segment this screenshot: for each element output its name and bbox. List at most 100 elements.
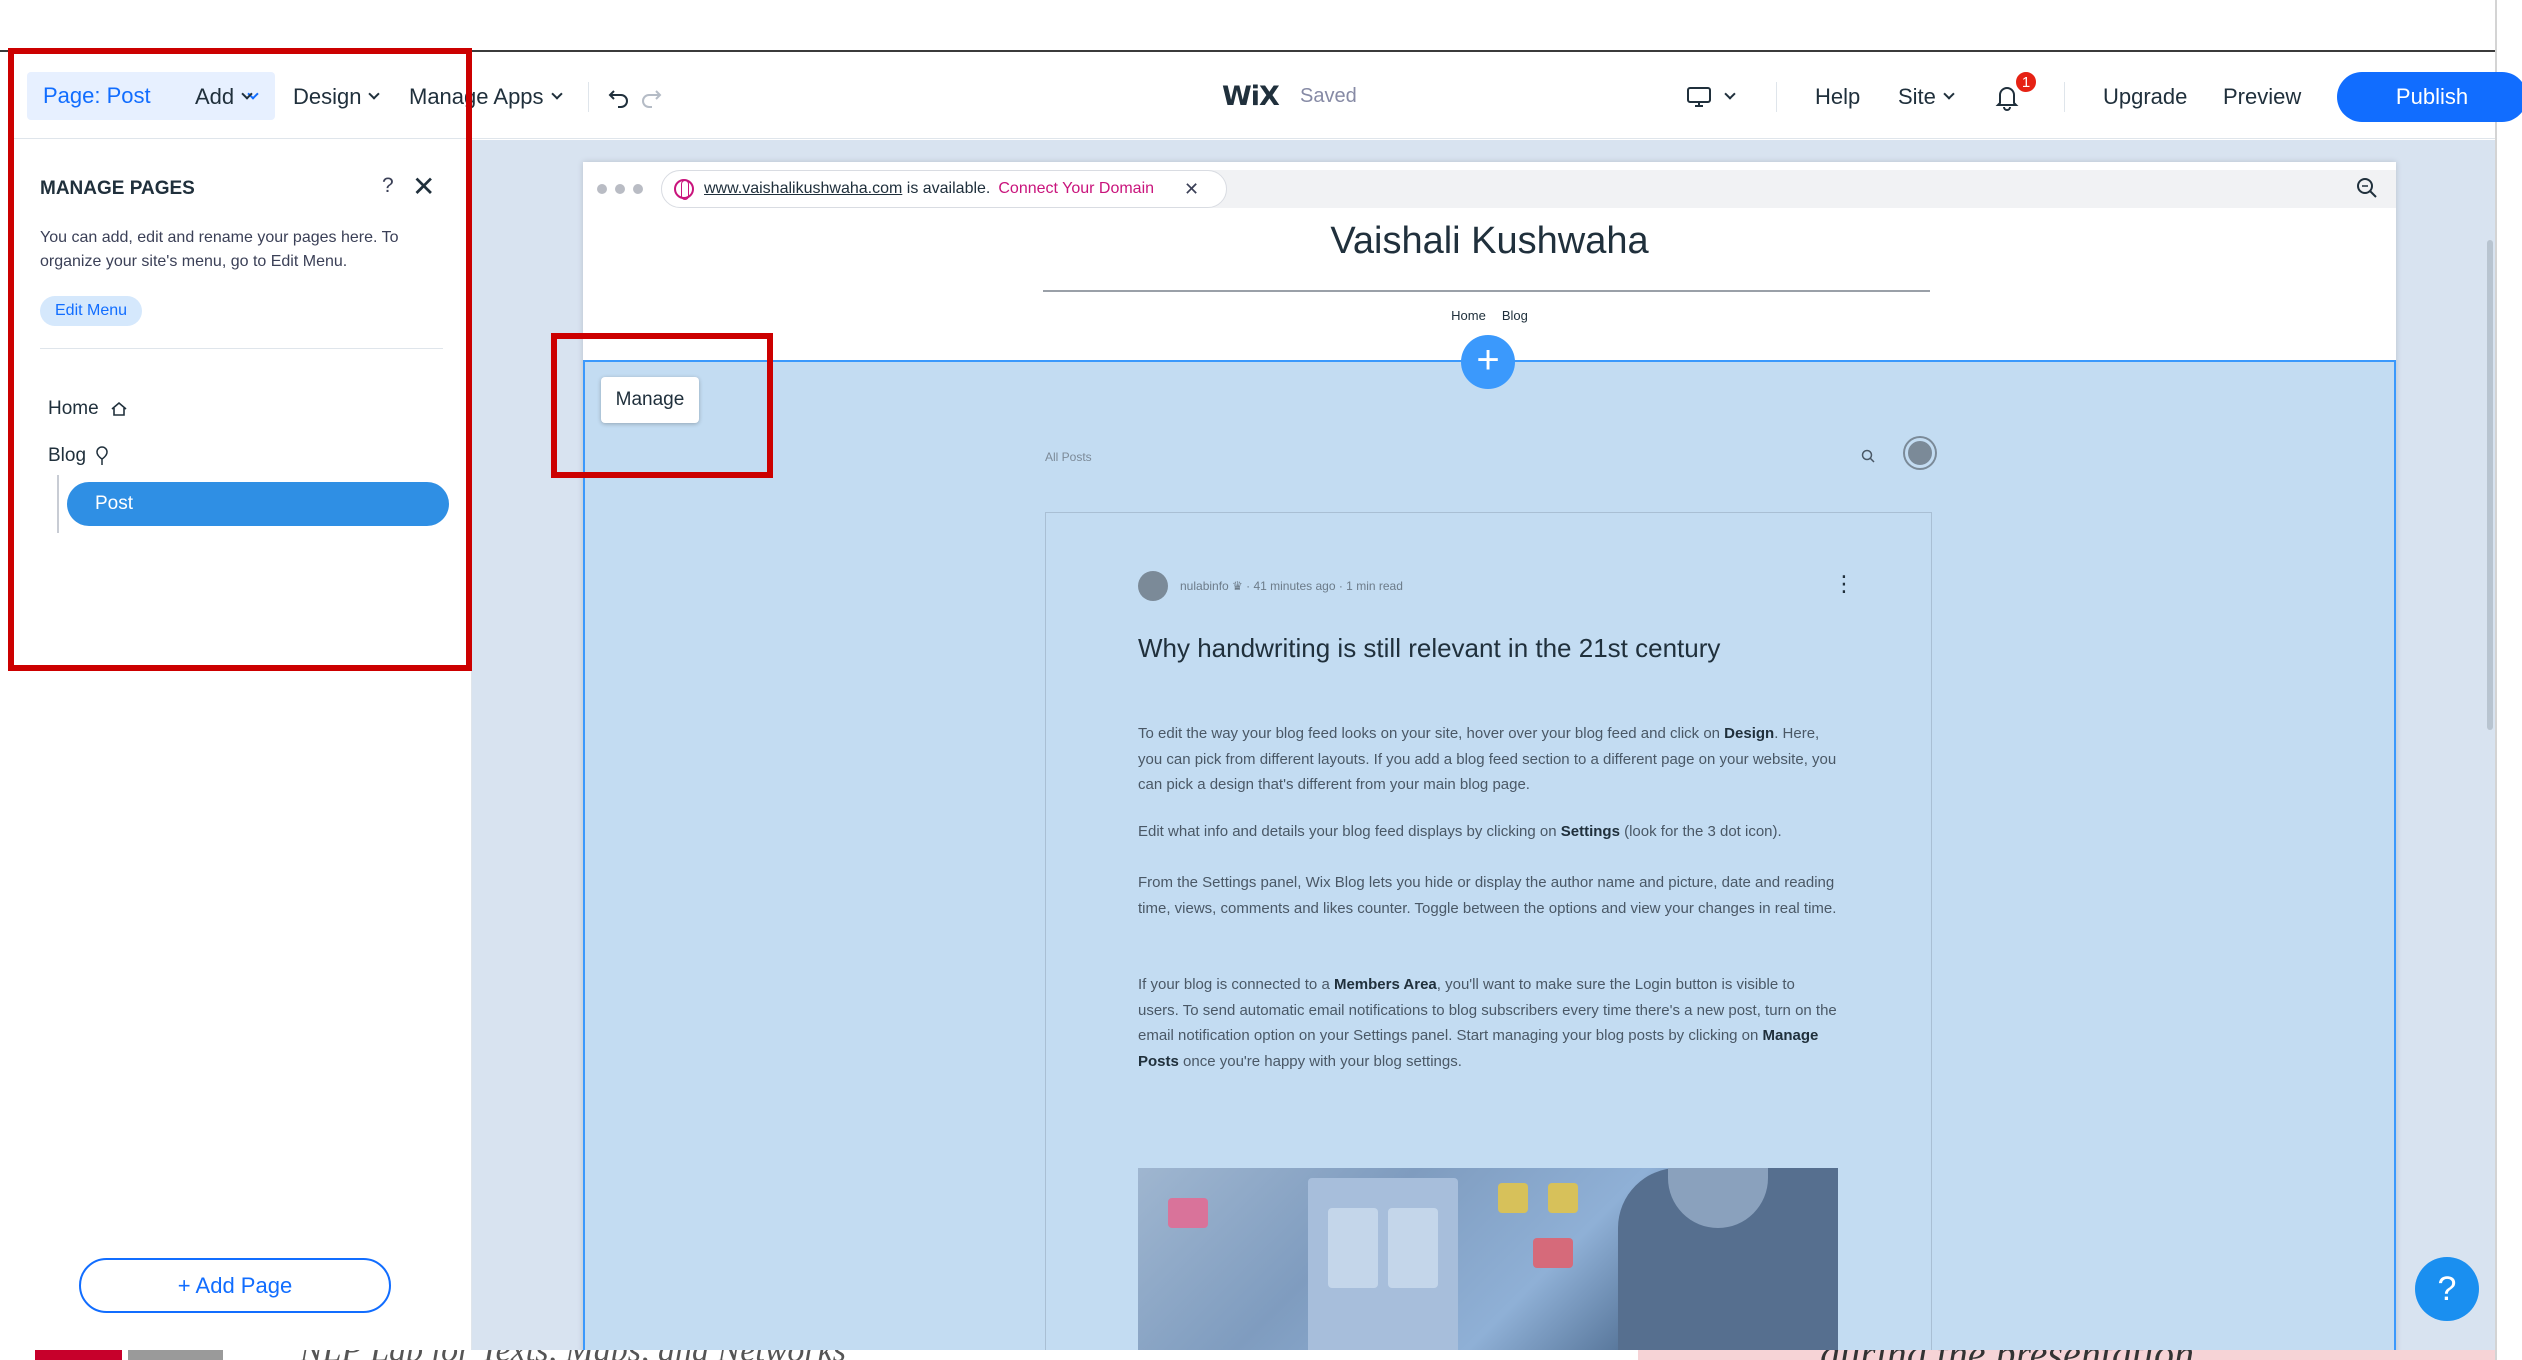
window-dot [597, 184, 607, 194]
image-shape [1533, 1238, 1573, 1268]
add-section-button[interactable]: + [1461, 335, 1515, 389]
save-status: Saved [1300, 85, 1357, 107]
window-top-strip [0, 0, 2495, 52]
search-icon[interactable] [1860, 448, 1876, 464]
chevron-down-icon [241, 88, 253, 100]
home-icon [111, 401, 127, 416]
bleed-block [128, 1350, 223, 1360]
divider [1776, 82, 1777, 112]
close-icon[interactable]: ✕ [412, 170, 435, 203]
divider [40, 348, 443, 349]
manage-pages-panel: MANAGE PAGES ? ✕ You can add, edit and r… [10, 140, 472, 1355]
screenshot-frame: Page: Post Add Design Manage Apps WiX Sa… [0, 0, 2522, 1360]
text-run: (look for the 3 dot icon). [1619, 823, 1782, 840]
post-paragraph: To edit the way your blog feed looks on … [1138, 721, 1838, 798]
page-item-home[interactable]: Home [48, 398, 129, 420]
site-menu-label: Site [1898, 83, 1936, 109]
question-icon[interactable]: ? [382, 174, 394, 198]
domain-available-text: is available. [902, 180, 991, 197]
more-options-icon[interactable]: ⋮ [1833, 571, 1855, 597]
bleed-text: during the presentation [1820, 1350, 2194, 1360]
page-item-post[interactable]: Post [67, 482, 449, 526]
browser-bar: www.vaishalikushwaha.com is available. C… [583, 162, 2396, 216]
page-selector-label: Page: Post [43, 83, 151, 108]
site-menu[interactable]: Site [1898, 54, 1955, 139]
close-icon[interactable]: ✕ [1184, 179, 1199, 200]
text-run: once you're happy with your blog setting… [1178, 1052, 1462, 1070]
post-paragraph: From the Settings panel, Wix Blog lets y… [1138, 874, 1837, 917]
editor-top-bar: Page: Post Add Design Manage Apps WiX Sa… [10, 54, 2522, 139]
image-shape [1498, 1183, 1528, 1213]
undo-button[interactable] [606, 54, 632, 139]
image-shape [1388, 1208, 1438, 1288]
divider [588, 82, 589, 112]
manage-apps-menu[interactable]: Manage Apps [409, 54, 563, 139]
text-run-bold: Members Area [1333, 976, 1437, 993]
desktop-icon [1687, 86, 1711, 107]
image-shape [1548, 1183, 1578, 1213]
zoom-icon[interactable] [2355, 176, 2379, 200]
help-menu[interactable]: Help [1815, 54, 1860, 139]
manage-apps-label: Manage Apps [409, 83, 544, 109]
text-run: Edit what info and details your blog fee… [1138, 823, 1561, 840]
text-run: If your blog is connected to a [1138, 976, 1334, 993]
all-posts-link[interactable]: All Posts [1045, 450, 1092, 464]
divider [2064, 82, 2065, 112]
image-shape [1328, 1208, 1378, 1288]
publish-button[interactable]: Publish [2337, 72, 2522, 122]
edit-menu-button[interactable]: Edit Menu [40, 296, 143, 326]
page-tree-line [57, 475, 59, 533]
globe-icon [674, 179, 694, 200]
header-divider [1043, 290, 1930, 292]
background-window-bleed: NLP Lab for Texts, Maps, and Networks du… [0, 1350, 2495, 1360]
avatar[interactable] [1905, 438, 1935, 468]
chevron-down-icon [1943, 88, 1955, 100]
post-paragraph: Edit what info and details your blog fee… [1138, 819, 1838, 845]
canvas-scrollbar[interactable] [2487, 240, 2493, 730]
wix-logo: WiX [1222, 81, 1280, 112]
add-menu[interactable]: Add [195, 54, 253, 139]
connect-domain-link[interactable]: Connect Your Domain [998, 180, 1154, 198]
pin-icon [96, 446, 108, 465]
redo-icon [642, 89, 662, 108]
page-item-label: Post [95, 493, 134, 514]
site-preview: www.vaishalikushwaha.com is available. C… [583, 162, 2396, 1360]
text-run: To edit the way your blog feed looks on … [1138, 725, 1725, 742]
image-shape [1168, 1198, 1208, 1228]
nav-item-home[interactable]: Home [1451, 308, 1486, 323]
device-switcher[interactable] [1686, 54, 1736, 139]
design-menu[interactable]: Design [293, 54, 381, 139]
blog-post-section[interactable]: Manage All Posts nulabinfo ♛ · 41 minute… [583, 360, 2396, 1360]
page-item-blog[interactable]: Blog [48, 445, 110, 467]
text-run-bold: Design [1724, 725, 1775, 742]
window-dot [633, 184, 643, 194]
bleed-block [35, 1350, 122, 1360]
panel-title: MANAGE PAGES [40, 178, 195, 199]
domain-link[interactable]: www.vaishalikushwaha.com [704, 180, 902, 198]
design-menu-label: Design [293, 83, 362, 109]
manage-button[interactable]: Manage [601, 377, 699, 423]
editor-canvas: www.vaishalikushwaha.com is available. C… [472, 140, 2495, 1360]
site-navigation: Home Blog [583, 308, 2396, 323]
notification-badge: 1 [2014, 70, 2038, 94]
window-right-edge [2495, 0, 2522, 1360]
page-item-label: Blog [48, 445, 87, 466]
panel-description: You can add, edit and rename your pages … [40, 229, 399, 270]
site-title[interactable]: Vaishali Kushwaha [583, 220, 2396, 263]
upgrade-button[interactable]: Upgrade [2103, 54, 2187, 139]
post-title: Why handwriting is still relevant in the… [1138, 633, 1721, 663]
redo-button[interactable] [638, 54, 664, 139]
post-image [1138, 1168, 1838, 1360]
domain-notice: www.vaishalikushwaha.com is available. C… [661, 170, 1227, 208]
undo-icon [608, 89, 628, 108]
preview-button[interactable]: Preview [2223, 54, 2301, 139]
nav-item-blog[interactable]: Blog [1502, 308, 1528, 323]
add-menu-label: Add [195, 83, 235, 109]
chevron-down-icon [550, 88, 563, 100]
add-page-button[interactable]: + Add Page [79, 1258, 391, 1313]
help-button[interactable]: ? [2415, 1257, 2479, 1321]
window-dot [615, 184, 625, 194]
post-card: nulabinfo ♛ · 41 minutes ago · 1 min rea… [1045, 512, 1932, 1360]
bleed-text: NLP Lab for Texts, Maps, and Networks [300, 1350, 846, 1360]
notifications-button[interactable] [1994, 54, 2020, 139]
